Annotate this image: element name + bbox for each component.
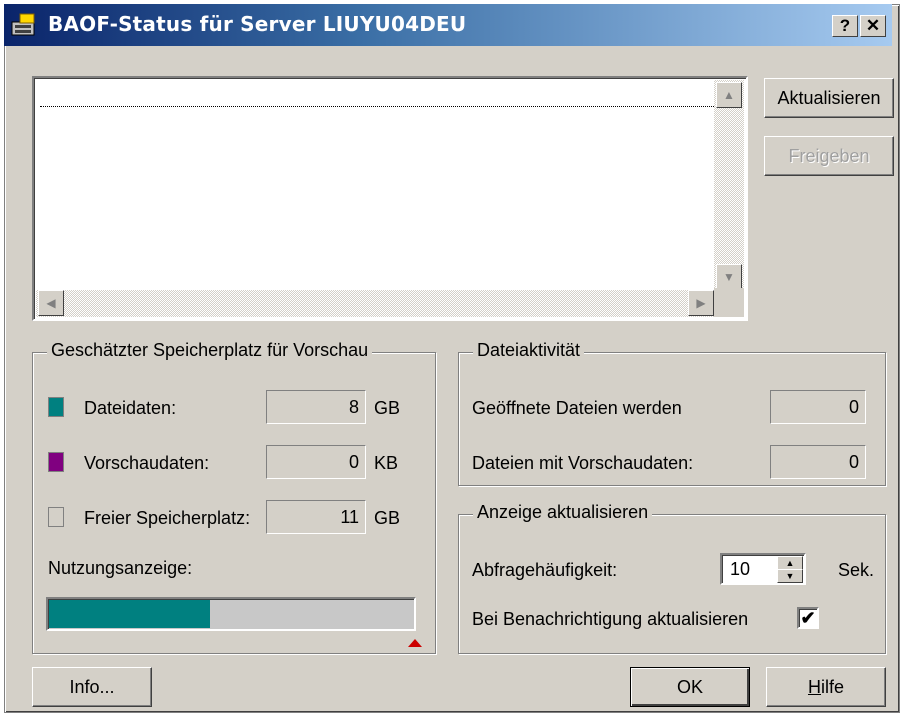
interval-value[interactable]: 10 <box>730 559 750 580</box>
server-icon <box>11 13 35 36</box>
help-mnemonic: H <box>807 677 821 697</box>
notify-checkbox[interactable]: ✔ <box>797 607 819 629</box>
activity-group-title: Dateiaktivität <box>473 340 585 361</box>
scrollbar-corner <box>714 288 744 317</box>
close-button[interactable]: ✕ <box>860 15 886 37</box>
file-data-label: Dateidaten: <box>84 398 177 418</box>
spin-down-icon[interactable]: ▼ <box>777 569 803 583</box>
file-data-swatch <box>48 397 64 417</box>
notify-label: Bei Benachrichtigung aktualisieren <box>472 609 749 629</box>
status-listbox[interactable]: ▲ ▼ ◀ ▶ <box>32 76 748 321</box>
usage-bar-fill <box>49 600 211 628</box>
refresh-button[interactable]: Aktualisieren <box>764 78 894 118</box>
info-button[interactable]: Info... <box>32 667 152 707</box>
interval-spinner[interactable]: 10 ▲ ▼ <box>720 553 806 585</box>
free-space-swatch <box>48 507 64 527</box>
usage-label: Nutzungsanzeige: <box>48 558 193 578</box>
open-files-value: 0 <box>770 390 866 424</box>
preview-data-value: 0 <box>266 445 366 479</box>
file-data-value: 8 <box>266 390 366 424</box>
horizontal-scrollbar[interactable]: ◀ ▶ <box>36 290 716 317</box>
help-title-button[interactable]: ? <box>832 15 858 37</box>
preview-files-label: Dateien mit Vorschaudaten: <box>472 453 694 473</box>
free-space-label: Freier Speicherplatz: <box>84 508 251 528</box>
release-button[interactable]: Freigeben <box>764 136 894 176</box>
interval-unit: Sek. <box>838 560 875 580</box>
refresh-group-title: Anzeige aktualisieren <box>473 502 653 523</box>
scroll-right-arrow-icon[interactable]: ▶ <box>688 290 714 316</box>
help-button[interactable]: Hilfe <box>766 667 886 707</box>
preview-files-value: 0 <box>770 445 866 479</box>
title-bar[interactable]: BAOF-Status für Server LIUYU04DEU ? ✕ <box>4 4 892 46</box>
free-space-value: 11 <box>266 500 366 534</box>
storage-group-title: Geschätzter Speicherplatz für Vorschau <box>47 340 373 361</box>
ok-button[interactable]: OK <box>630 667 750 707</box>
focus-row[interactable] <box>40 106 716 107</box>
usage-marker-icon <box>408 639 422 647</box>
preview-data-swatch <box>48 452 64 472</box>
checkmark-icon: ✔ <box>800 608 816 628</box>
window-title: BAOF-Status für Server LIUYU04DEU <box>48 12 467 36</box>
help-label-rest: ilfe <box>820 677 844 697</box>
preview-data-label: Vorschaudaten: <box>84 453 210 473</box>
open-files-label: Geöffnete Dateien werden <box>472 398 682 418</box>
scroll-down-arrow-icon[interactable]: ▼ <box>716 264 742 290</box>
vertical-scrollbar[interactable]: ▲ ▼ <box>714 80 744 292</box>
spin-up-icon[interactable]: ▲ <box>777 556 803 570</box>
free-space-unit: GB <box>374 508 401 528</box>
interval-label: Abfragehäufigkeit: <box>472 560 618 580</box>
file-data-unit: GB <box>374 398 401 418</box>
scroll-left-arrow-icon[interactable]: ◀ <box>38 290 64 316</box>
refresh-group: Anzeige aktualisieren <box>458 502 886 654</box>
preview-data-unit: KB <box>374 453 399 473</box>
scroll-up-arrow-icon[interactable]: ▲ <box>716 82 742 108</box>
usage-bar <box>46 597 416 631</box>
